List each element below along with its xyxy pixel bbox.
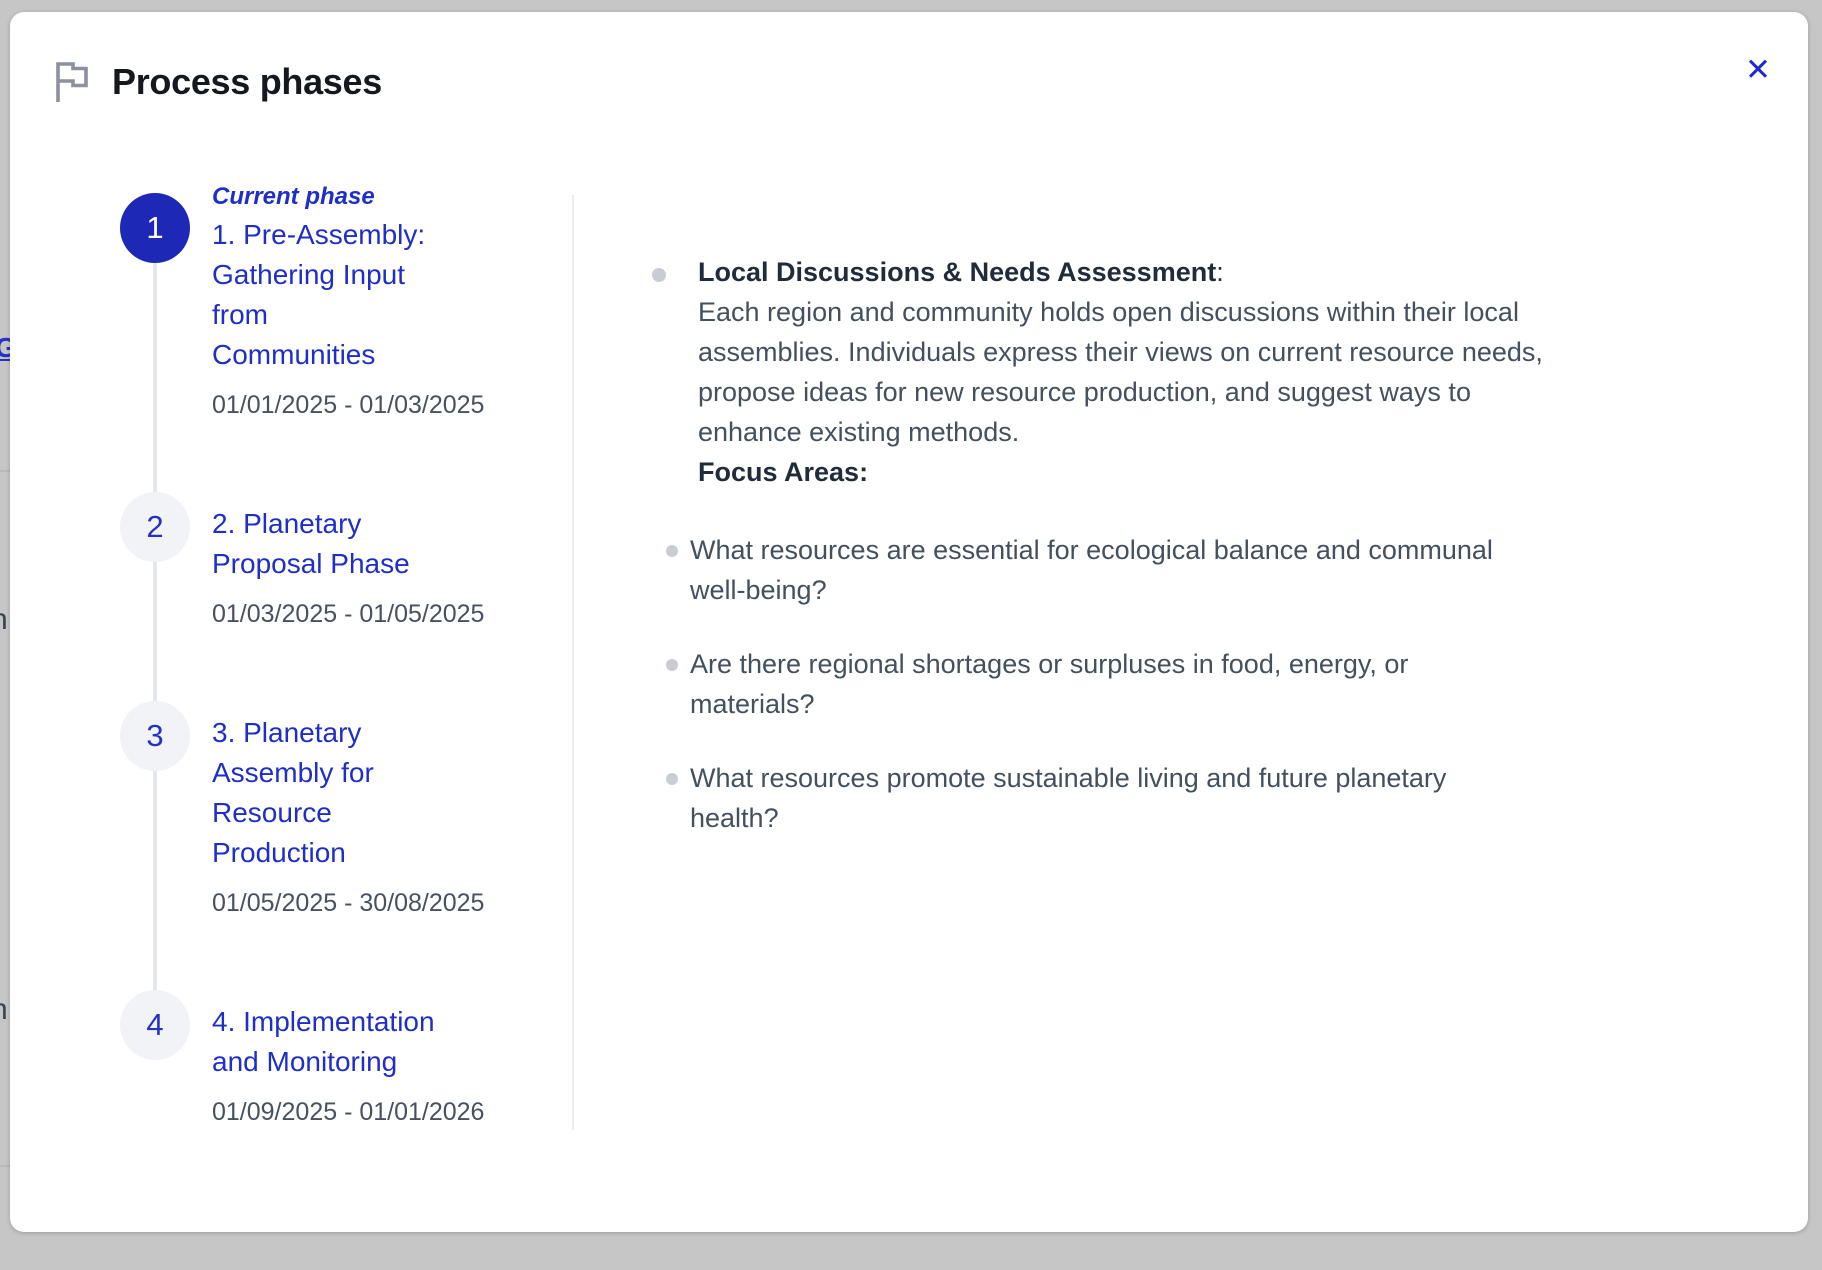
focus-item-text: Are there regional shortages or surpluse…: [690, 644, 1408, 724]
phase-title-link[interactable]: 2. Planetary Proposal Phase: [212, 504, 484, 584]
background-page-strip: G n n: [0, 0, 10, 1270]
focus-list-item: What resources promote sustainable livin…: [652, 758, 1552, 838]
step-circle-1[interactable]: 1: [120, 193, 190, 263]
phase-body: 3. Planetary Assembly for Resource Produ…: [190, 701, 484, 990]
phase-dates: 01/01/2025 - 01/03/2025: [212, 391, 484, 420]
timeline-connector: [153, 562, 157, 701]
phase-item-4: 4 4. Implementation and Monitoring 01/09…: [120, 990, 572, 1199]
phase-item-2: 2 2. Planetary Proposal Phase 01/03/2025…: [120, 492, 572, 701]
focus-areas-list: What resources are essential for ecologi…: [652, 530, 1552, 838]
phase-title-link[interactable]: 3. Planetary Assembly for Resource Produ…: [212, 713, 484, 873]
detail-paragraph: Each region and community holds open dis…: [698, 292, 1543, 452]
background-text-fragment: n: [0, 603, 8, 637]
step-circle-2[interactable]: 2: [120, 492, 190, 562]
phase-item-3: 3 3. Planetary Assembly for Resource Pro…: [120, 701, 572, 990]
phase-title-link[interactable]: 1. Pre-Assembly: Gathering Input from Co…: [212, 215, 484, 375]
detail-heading: Local Discussions & Needs Assessment: [698, 257, 1216, 287]
background-divider: [0, 1165, 10, 1167]
bullet-icon: [666, 773, 678, 785]
focus-item-text: What resources promote sustainable livin…: [690, 758, 1446, 838]
detail-heading-colon: :: [1216, 257, 1224, 287]
focus-list-item: What resources are essential for ecologi…: [652, 530, 1552, 610]
background-text-fragment: n: [0, 993, 8, 1027]
current-phase-badge: Current phase: [212, 183, 484, 211]
background-link-fragment: G: [0, 332, 10, 364]
background-divider: [0, 470, 10, 472]
step-circle-3[interactable]: 3: [120, 701, 190, 771]
focus-list-item: Are there regional shortages or surpluse…: [652, 644, 1552, 724]
detail-lead-text: Local Discussions & Needs Assessment: Ea…: [698, 252, 1543, 492]
flag-icon: [52, 60, 92, 104]
bullet-icon: [666, 659, 678, 671]
phase-body: 4. Implementation and Monitoring 01/09/2…: [190, 990, 484, 1199]
bullet-icon: [666, 545, 678, 557]
timeline-rail: 1: [120, 183, 190, 492]
bullet-icon: [652, 268, 666, 282]
focus-item-text: What resources are essential for ecologi…: [690, 530, 1493, 610]
close-icon[interactable]: ✕: [1736, 48, 1780, 92]
phase-item-1: 1 Current phase 1. Pre-Assembly: Gatheri…: [120, 183, 572, 492]
detail-lead-item: Local Discussions & Needs Assessment: Ea…: [652, 252, 1552, 492]
step-circle-4[interactable]: 4: [120, 990, 190, 1060]
focus-areas-label: Focus Areas:: [698, 452, 1543, 492]
timeline-rail: 3: [120, 701, 190, 990]
timeline-rail: 4: [120, 990, 190, 1199]
phase-timeline: 1 Current phase 1. Pre-Assembly: Gatheri…: [120, 183, 572, 1199]
timeline-connector: [153, 771, 157, 990]
phase-dates: 01/05/2025 - 30/08/2025: [212, 889, 484, 918]
modal-header: Process phases: [52, 60, 382, 104]
modal-title: Process phases: [112, 61, 382, 103]
phase-dates: 01/09/2025 - 01/01/2026: [212, 1098, 484, 1127]
phase-body: Current phase 1. Pre-Assembly: Gathering…: [190, 183, 484, 492]
phase-body: 2. Planetary Proposal Phase 01/03/2025 -…: [190, 492, 484, 701]
process-phases-modal: Process phases ✕ 1 Current phase 1. Pre-…: [10, 12, 1808, 1232]
timeline-rail: 2: [120, 492, 190, 701]
sidebar-content-divider: [572, 195, 574, 1130]
phase-dates: 01/03/2025 - 01/05/2025: [212, 600, 484, 629]
phase-detail-panel: Local Discussions & Needs Assessment: Ea…: [652, 252, 1552, 872]
timeline-connector: [153, 263, 157, 492]
phase-title-link[interactable]: 4. Implementation and Monitoring: [212, 1002, 484, 1082]
